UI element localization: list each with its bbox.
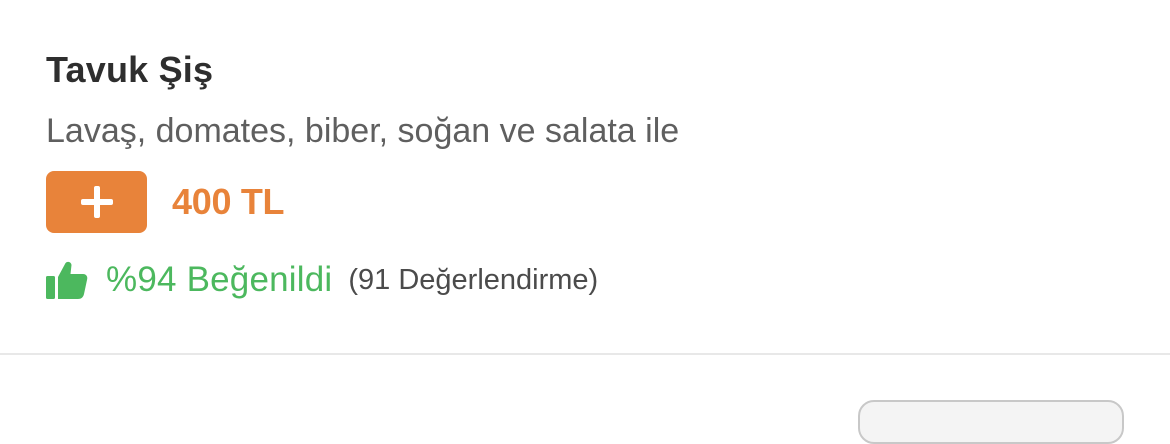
price-row: 400 TL (46, 171, 285, 233)
product-description: Lavaş, domates, biber, soğan ve salata i… (46, 112, 680, 150)
add-to-cart-button[interactable] (46, 171, 147, 233)
product-title: Tavuk Şiş (46, 49, 214, 90)
liked-percentage: %94 Beğenildi (106, 260, 333, 299)
menu-item-card[interactable]: Tavuk Şiş Lavaş, domates, biber, soğan v… (0, 0, 1170, 353)
review-count: (91 Değerlendirme) (348, 263, 599, 296)
thumbs-up-icon (46, 260, 88, 300)
next-item-button-partial[interactable] (858, 400, 1124, 444)
product-price: 400 TL (172, 181, 285, 222)
plus-icon (80, 186, 113, 218)
item-divider (0, 353, 1170, 355)
rating-row: %94 Beğenildi (91 Değerlendirme) (46, 255, 598, 305)
